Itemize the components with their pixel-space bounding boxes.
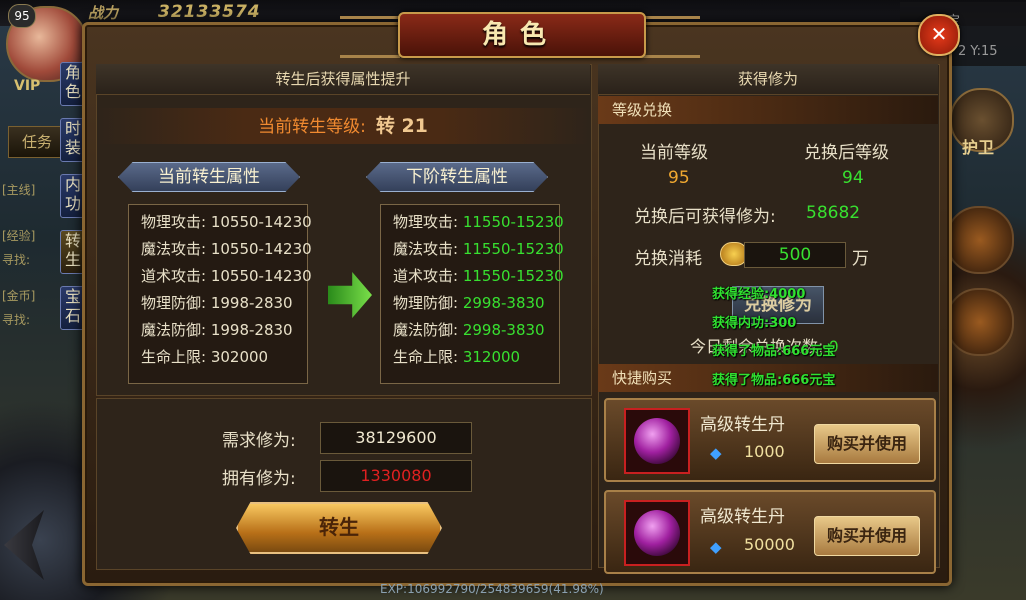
attr-value: 2998-3830 [462,321,545,339]
attr-row: 物理攻击: 10550-14230 [141,209,312,236]
attr-row: 道术攻击: 10550-14230 [141,263,312,290]
attr-value: 10550-14230 [210,240,312,258]
required-cultivation-label: 需求修为: [222,431,296,451]
purple-orb-icon [634,418,680,464]
attr-name: 道术攻击: [393,267,459,285]
attr-value: 10550-14230 [210,267,312,285]
quest-find-2: 寻找: [2,313,31,327]
owned-cultivation-label: 拥有修为: [222,469,296,489]
exchange-gain-value: 58682 [806,203,861,223]
attr-name: 魔法防御: [393,321,459,339]
attr-row: 魔法防御: 2998-3830 [393,317,545,344]
title-ornament-right [640,16,700,58]
guard-label: 护卫 [962,138,995,157]
float-message: 获得内功:300 [712,316,797,331]
attr-value: 2998-3830 [462,294,545,312]
attr-value: 1998-2830 [210,294,293,312]
window-title: 角色 [481,20,558,50]
exchange-cost-value: 500 [744,242,846,268]
current-attr-box: 物理攻击: 10550-14230 魔法攻击: 10550-14230 道术攻击… [128,204,312,384]
exchange-cost-label: 兑换消耗 [634,249,702,269]
attr-name: 魔法攻击: [393,240,459,258]
attr-row: 魔法攻击: 11550-15230 [393,236,564,263]
top-right-coordinate: 2 Y:15 [958,44,998,59]
close-icon: ✕ [930,22,948,46]
rebirth-panel-header: 转生后获得属性提升 [96,64,590,95]
rebirth-pill-icon[interactable] [624,408,690,474]
title-ornament-left [340,16,400,58]
attr-row: 物理防御: 1998-2830 [141,290,293,317]
attr-value: 1998-2830 [210,321,293,339]
vip-label[interactable]: VIP [14,78,40,94]
next-attr-box: 物理攻击: 11550-15230 魔法攻击: 11550-15230 道术攻击… [380,204,564,384]
attr-name: 生命上限: [393,348,459,366]
owned-cultivation-value: 1330080 [320,460,472,492]
current-rebirth-level-row: 当前转生等级: 转 21 [96,108,590,144]
close-button[interactable]: ✕ [918,14,960,56]
player-level-badge: 95 [8,4,36,28]
attr-row: 生命上限: 312000 [393,344,520,371]
attr-name: 物理防御: [393,294,459,312]
combat-power-value: 32133574 [158,2,261,22]
attr-row: 魔法攻击: 10550-14230 [141,236,312,263]
combat-power-label: 战力 [88,4,119,22]
attr-name: 生命上限: [141,348,207,366]
attr-value: 11550-15230 [462,213,564,231]
attr-name: 魔法防御: [141,321,207,339]
item-name: 高级转生丹 [700,415,785,435]
attr-row: 魔法防御: 1998-2830 [141,317,293,344]
attr-value: 11550-15230 [462,240,564,258]
skill-slot-icon[interactable] [946,206,1014,274]
task-button[interactable]: 任务 [8,126,66,158]
item-price: 1000 [744,442,785,461]
attr-row: 物理攻击: 11550-15230 [393,209,564,236]
current-level-label: 当前等级 [640,143,708,163]
current-attr-tag: 当前转生属性 [118,162,300,192]
exchange-gain-label: 兑换后可获得修为: [634,207,776,227]
float-message: 获得了物品:666元宝 [712,344,836,359]
after-exchange-level-value: 94 [842,168,864,188]
rebirth-button[interactable]: 转生 [236,502,442,554]
attr-name: 物理攻击: [393,213,459,231]
attr-value: 10550-14230 [210,213,312,231]
current-level-value: 95 [668,168,690,188]
attr-name: 魔法攻击: [141,240,207,258]
attr-value: 312000 [462,348,521,366]
quest-type-gold: [金币] [2,289,36,303]
rebirth-pill-icon[interactable] [624,500,690,566]
exchange-cost-unit: 万 [852,249,869,269]
float-message: 获得了物品:666元宝 [712,373,836,388]
attr-row: 道术攻击: 11550-15230 [393,263,564,290]
purple-orb-icon [634,510,680,556]
next-attr-tag: 下阶转生属性 [366,162,548,192]
item-name: 高级转生丹 [700,507,785,527]
level-exchange-section-header: 等级兑换 [598,96,938,124]
diamond-icon: ◆ [710,444,722,462]
attr-name: 物理防御: [141,294,207,312]
skill-slot-icon[interactable] [946,288,1014,356]
float-message: 获得经验:4000 [712,287,806,302]
buy-and-use-button[interactable]: 购买并使用 [814,424,920,464]
attr-row: 物理防御: 2998-3830 [393,290,545,317]
current-rebirth-level-label: 当前转生等级: [258,117,366,137]
attr-value: 302000 [210,348,269,366]
experience-readout: EXP:106992790/254839659(41.98%) [380,582,604,596]
buy-and-use-button[interactable]: 购买并使用 [814,516,920,556]
current-rebirth-level-value: 转 21 [375,115,428,137]
item-price: 50000 [744,535,795,554]
quest-type-main: [主线] [2,183,36,197]
cultivation-panel-header: 获得修为 [598,64,938,95]
attr-value: 11550-15230 [462,267,564,285]
diamond-icon: ◆ [710,538,722,556]
attr-name: 道术攻击: [141,267,207,285]
after-exchange-level-label: 兑换后等级 [804,143,889,163]
attr-row: 生命上限: 302000 [141,344,268,371]
quest-type-exp: [经验] [2,229,36,243]
required-cultivation-value: 38129600 [320,422,472,454]
attr-name: 物理攻击: [141,213,207,231]
quest-find-1: 寻找: [2,253,31,267]
